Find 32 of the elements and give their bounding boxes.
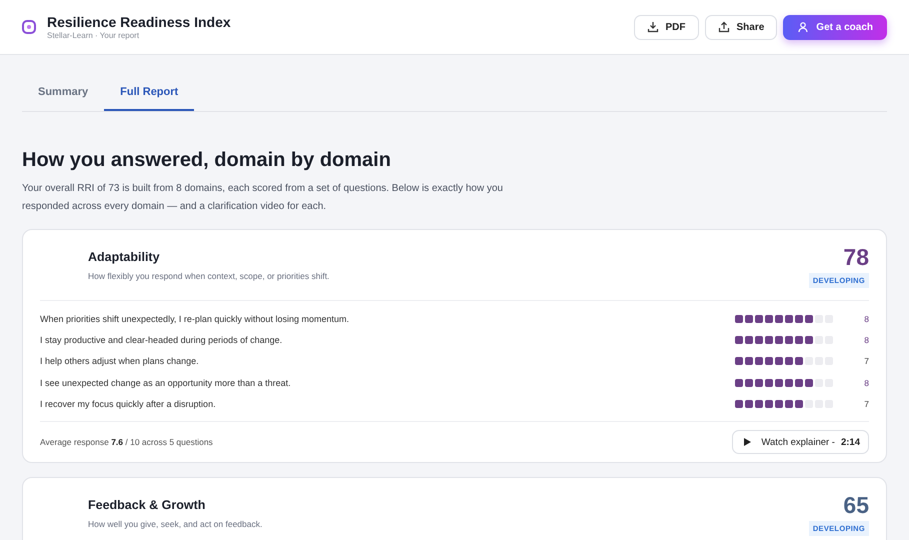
- tab[interactable]: Full Report: [104, 75, 194, 111]
- domain-score: 78: [843, 245, 869, 269]
- pdf-button[interactable]: PDF: [634, 14, 698, 40]
- domain-score: 65: [843, 493, 869, 518]
- answer-value: 8: [863, 314, 869, 324]
- domain-title: Adaptability: [88, 250, 161, 264]
- domain-description: How flexibly you respond when context, scope, or priorities shift.: [88, 271, 330, 281]
- person-icon: [797, 21, 810, 33]
- question-text: I stay productive and clear-headed during periods of change.: [40, 334, 284, 345]
- coach-button[interactable]: Get a coach: [783, 14, 887, 40]
- tab[interactable]: Summary: [22, 75, 104, 111]
- share-button[interactable]: Share: [704, 14, 778, 40]
- question-text: When priorities shift unexpectedly, I re-plan quickly without losing momentum.: [40, 314, 350, 324]
- page-heading: How you answered, domain by domain: [22, 149, 392, 172]
- logo-icon: [22, 20, 36, 34]
- question-text: I help others adjust when plans change.: [40, 356, 200, 366]
- app-title: Resilience Readiness Index: [47, 14, 231, 30]
- domain-title: Feedback & Growth: [88, 498, 206, 512]
- average-summary: Average response 7.6 / 10 across 5 questions: [40, 437, 213, 448]
- answer-value: 7: [863, 356, 869, 366]
- answer-value: 7: [863, 398, 869, 409]
- intro-text: Your overall RRI of 73 is built from 8 domains, each scored from a set of questions. Below is exactly how you responded across every domain — and a clarification video for each.: [22, 182, 504, 214]
- question-text: I see unexpected change as an opportunity more than a threat.: [40, 378, 292, 388]
- domain-description: How well you give, seek, and act on feedback.: [88, 519, 262, 530]
- play-icon: [744, 438, 752, 446]
- watch-explainer-button[interactable]: Watch explainer - 2:14: [732, 430, 869, 454]
- download-icon: [646, 21, 658, 33]
- answer-value: 8: [863, 378, 869, 388]
- answer-value: 8: [863, 334, 869, 345]
- share-icon: [718, 21, 730, 33]
- app-subtitle: Stellar-Learn · Your report: [47, 31, 140, 40]
- question-text: I recover my focus quickly after a disruption.: [40, 398, 217, 409]
